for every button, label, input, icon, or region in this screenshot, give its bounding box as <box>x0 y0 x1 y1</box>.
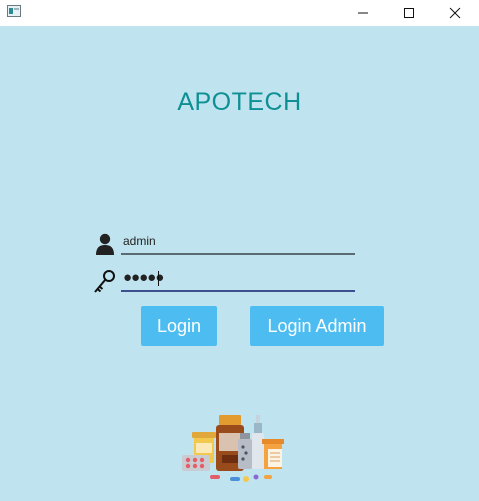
login-admin-button[interactable]: Login Admin <box>250 306 384 346</box>
minimize-icon <box>358 12 368 14</box>
password-field[interactable]: ●●●●● <box>121 269 355 292</box>
close-button[interactable] <box>432 0 478 26</box>
window-titlebar <box>0 0 479 26</box>
user-icon <box>96 233 114 255</box>
username-field[interactable]: admin <box>121 233 355 255</box>
login-button[interactable]: Login <box>141 306 217 346</box>
app-title: APOTECH <box>177 88 302 116</box>
minimize-button[interactable] <box>340 0 386 26</box>
text-caret <box>158 271 159 286</box>
username-value: admin <box>123 234 156 248</box>
maximize-button[interactable] <box>386 0 432 26</box>
close-icon <box>449 7 461 19</box>
login-panel: APOTECH admin ●●●●● Login Login Admin <box>0 26 479 501</box>
maximize-icon <box>404 8 414 18</box>
key-icon <box>94 270 115 293</box>
medicines-illustration <box>182 415 284 482</box>
app-icon <box>7 5 21 17</box>
